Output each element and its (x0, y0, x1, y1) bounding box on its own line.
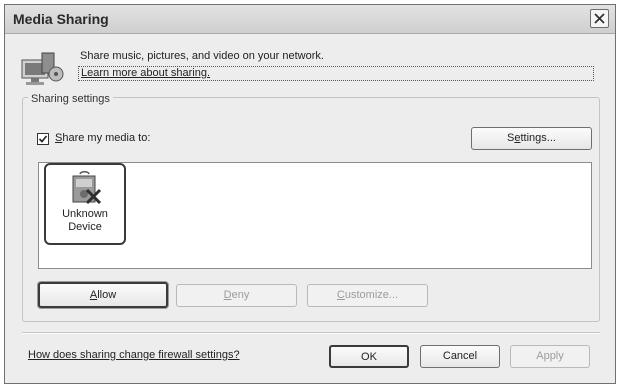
footer-separator (22, 332, 600, 334)
device-label: Unknown Device (62, 208, 108, 233)
firewall-help-link[interactable]: How does sharing change firewall setting… (28, 349, 240, 361)
intro-text: Share music, pictures, and video on your… (80, 50, 324, 62)
sharing-settings-label: Sharing settings (28, 93, 113, 105)
unknown-device-icon (72, 171, 102, 205)
checkmark-icon (38, 135, 48, 143)
settings-button[interactable]: Settings... (471, 127, 592, 150)
close-button[interactable] (590, 9, 609, 28)
cancel-button[interactable]: Cancel (420, 345, 500, 368)
device-item-unknown[interactable]: Unknown Device (44, 163, 126, 245)
window-title: Media Sharing (13, 11, 109, 27)
share-media-label[interactable]: Share my media to: (55, 132, 150, 144)
ok-button[interactable]: OK (329, 345, 409, 368)
deny-button[interactable]: Deny (176, 284, 297, 307)
network-media-icon (21, 52, 64, 85)
close-icon (594, 13, 605, 24)
share-media-checkbox[interactable] (37, 133, 49, 145)
learn-more-link[interactable]: Learn more about sharing. (78, 66, 594, 81)
customize-button[interactable]: Customize... (307, 284, 428, 307)
apply-button[interactable]: Apply (510, 345, 590, 368)
title-bar[interactable]: Media Sharing (5, 5, 615, 34)
allow-button[interactable]: Allow (38, 282, 168, 308)
